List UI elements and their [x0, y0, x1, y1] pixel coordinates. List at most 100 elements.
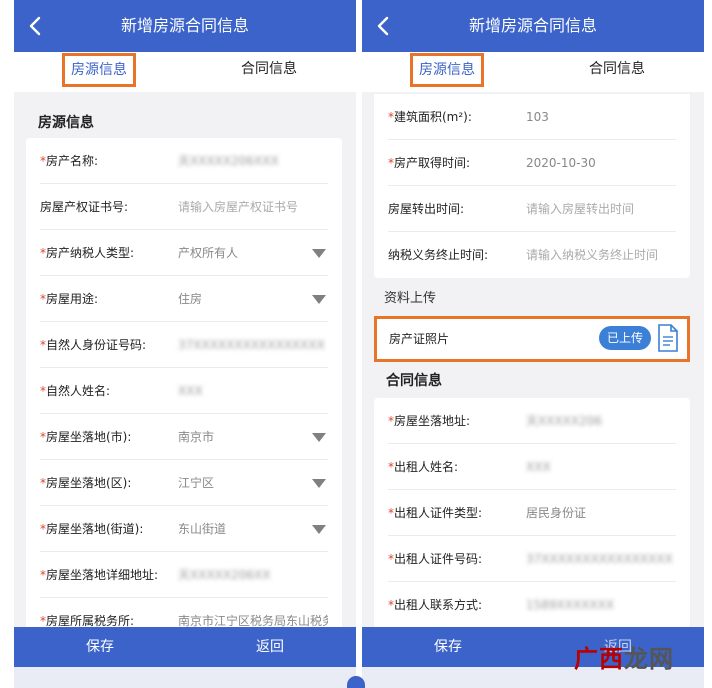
chevron-left-icon[interactable] — [372, 14, 396, 38]
return-button[interactable]: 返回 — [210, 627, 330, 667]
field-label: *出租人联系方式: — [388, 582, 482, 627]
field-value[interactable]: 天XXXXX206XX — [178, 552, 328, 598]
field-value[interactable]: 1589XXXXXXX — [526, 582, 676, 627]
field-value[interactable]: 103 — [526, 94, 676, 140]
form-row[interactable]: 纳税义务终止时间: 请输入纳税义务终止时间 — [388, 232, 676, 278]
field-label-text: 房屋产权证书号: — [40, 200, 129, 214]
field-label: *自然人姓名: — [40, 368, 110, 414]
save-button[interactable]: 保存 — [388, 627, 508, 667]
form-row[interactable]: *自然人姓名: XXX — [40, 368, 328, 414]
tab-contract[interactable]: 合同信息 — [224, 52, 314, 92]
upload-status-badge[interactable]: 已上传 — [599, 326, 651, 350]
field-input-placeholder[interactable]: 请输入房屋产权证书号 — [178, 184, 328, 230]
form-row[interactable]: *房屋坐落地(街道): 东山街道 — [40, 506, 328, 552]
house-source-form-card: *房产名称: 天XXXXX206XXX 房屋产权证书号: 请输入房屋产权证书号 *房产纳… — [26, 138, 342, 627]
form-row[interactable]: *出租人证件类型: 居民身份证 — [388, 490, 676, 536]
field-label-text: 房屋转出时间: — [388, 202, 465, 216]
field-value[interactable]: 东山街道 — [178, 506, 304, 552]
form-row[interactable]: *出租人证件号码: 37XXXXXXXXXXXXXXXX — [388, 536, 676, 582]
form-row[interactable]: *房产纳税人类型: 产权所有人 — [40, 230, 328, 276]
form-row[interactable]: *房屋坐落地详细地址: 天XXXXX206XX — [40, 552, 328, 598]
field-value[interactable]: 2020-10-30 — [526, 140, 676, 186]
section-title-house-source: 房源信息 — [38, 115, 94, 131]
field-label: *出租人证件类型: — [388, 490, 482, 536]
field-label: *房产纳税人类型: — [40, 230, 134, 276]
field-label: *房屋坐落地详细地址: — [40, 552, 158, 598]
field-value[interactable]: 住房 — [178, 276, 304, 322]
phone-screen-right: 新增房源合同信息 房源信息 合同信息 *建筑面积(m²): 103 *房产取得时间:… — [362, 0, 704, 688]
field-label: *房屋坐落地(区): — [40, 460, 131, 506]
form-row[interactable]: *房屋坐落地址: 天XXXXX206 — [388, 398, 676, 444]
field-value[interactable]: 天XXXXX206 — [526, 398, 676, 444]
field-label: *房屋坐落地(街道): — [40, 506, 143, 552]
field-label-text: 房产纳税人类型: — [46, 246, 135, 260]
field-label: *出租人姓名: — [388, 444, 458, 490]
field-label: *房屋用途: — [40, 276, 98, 322]
field-value[interactable]: XXX — [526, 444, 676, 490]
field-value[interactable]: 江宁区 — [178, 460, 304, 506]
title-bar: 新增房源合同信息 — [362, 0, 704, 52]
form-row[interactable]: *房屋坐落地(市): 南京市 — [40, 414, 328, 460]
field-label-text: 房屋坐落地(街道): — [46, 522, 144, 536]
form-row[interactable]: *房屋坐落地(区): 江宁区 — [40, 460, 328, 506]
field-value[interactable]: 居民身份证 — [526, 490, 676, 536]
field-input-placeholder[interactable]: 请输入纳税义务终止时间 — [526, 232, 676, 278]
caret-down-icon[interactable] — [312, 479, 326, 488]
house-detail-form-card: *建筑面积(m²): 103 *房产取得时间: 2020-10-30 房屋转出时间: 请输… — [374, 94, 690, 278]
form-row[interactable]: *自然人身份证号码: 37XXXXXXXXXXXXXXXX — [40, 322, 328, 368]
field-value[interactable]: 南京市 — [178, 414, 304, 460]
field-label: *自然人身份证号码: — [40, 322, 146, 368]
form-row[interactable]: 房屋产权证书号: 请输入房屋产权证书号 — [40, 184, 328, 230]
field-value[interactable]: 37XXXXXXXXXXXXXXXX — [178, 322, 328, 368]
tab-contract[interactable]: 合同信息 — [572, 52, 662, 92]
field-label: *房屋坐落地(市): — [40, 414, 131, 460]
field-value[interactable]: 37XXXXXXXXXXXXXXXX — [526, 536, 676, 582]
chevron-left-icon[interactable] — [24, 14, 48, 38]
field-label-text: 出租人联系方式: — [394, 598, 483, 612]
field-label-text: 自然人身份证号码: — [46, 338, 147, 352]
form-row[interactable]: *房屋用途: 住房 — [40, 276, 328, 322]
field-label-text: 房产取得时间: — [394, 156, 471, 170]
form-scroll-area[interactable]: 房源信息 *房产名称: 天XXXXX206XXX 房屋产权证书号: 请输入房屋产权证书… — [14, 94, 356, 627]
field-label: *房屋所属税务所: — [40, 598, 134, 627]
field-label: *出租人证件号码: — [388, 536, 482, 582]
form-row[interactable]: *房产取得时间: 2020-10-30 — [388, 140, 676, 186]
field-label-text: 房屋坐落地详细地址: — [46, 568, 159, 582]
field-label: *房产名称: — [40, 138, 98, 184]
form-row[interactable]: *出租人姓名: XXX — [388, 444, 676, 490]
page-title: 新增房源合同信息 — [120, 16, 249, 35]
caret-down-icon[interactable] — [312, 249, 326, 258]
field-label: 房屋产权证书号: — [40, 184, 128, 230]
section-title-contract: 合同信息 — [386, 373, 442, 389]
caret-down-icon[interactable] — [312, 433, 326, 442]
field-label-text: 房产名称: — [46, 154, 99, 168]
form-row[interactable]: 房屋转出时间: 请输入房屋转出时间 — [388, 186, 676, 232]
bottom-action-bar: 保存 返回 — [14, 627, 356, 688]
form-scroll-area[interactable]: *建筑面积(m²): 103 *房产取得时间: 2020-10-30 房屋转出时间: 请输… — [362, 94, 704, 627]
save-button[interactable]: 保存 — [40, 627, 160, 667]
caret-down-icon[interactable] — [312, 525, 326, 534]
document-icon[interactable] — [657, 324, 679, 352]
field-value[interactable]: 天XXXXX206XXX — [178, 138, 328, 184]
tab-house-source[interactable]: 房源信息 — [410, 53, 484, 87]
field-label: 纳税义务终止时间: — [388, 232, 488, 278]
caret-down-icon[interactable] — [312, 295, 326, 304]
field-value[interactable]: XXX — [178, 368, 328, 414]
field-label-text: 房屋坐落地址: — [394, 414, 471, 428]
field-label-text: 房屋所属税务所: — [46, 614, 135, 627]
field-label: *房产取得时间: — [388, 140, 470, 186]
center-decoration — [347, 676, 365, 688]
form-row[interactable]: *房屋所属税务所: 南京市江宁区税务局东山税务 — [40, 598, 328, 627]
property-photo-upload-row[interactable]: 房产证照片 已上传 — [374, 316, 690, 362]
tab-house-source[interactable]: 房源信息 — [62, 53, 136, 87]
form-row[interactable]: *出租人联系方式: 1589XXXXXXX — [388, 582, 676, 627]
form-row[interactable]: *建筑面积(m²): 103 — [388, 94, 676, 140]
field-value[interactable]: 南京市江宁区税务局东山税务 — [178, 598, 328, 627]
field-label-text: 房屋坐落地(区): — [46, 476, 132, 490]
field-label-text: 出租人证件类型: — [394, 506, 483, 520]
tab-bar: 房源信息 合同信息 — [362, 52, 704, 92]
contract-form-card: *房屋坐落地址: 天XXXXX206 *出租人姓名: XXX *出租人证件类型: 居民身份… — [374, 398, 690, 627]
form-row[interactable]: *房产名称: 天XXXXX206XXX — [40, 138, 328, 184]
field-value[interactable]: 产权所有人 — [178, 230, 304, 276]
field-input-placeholder[interactable]: 请输入房屋转出时间 — [526, 186, 676, 232]
